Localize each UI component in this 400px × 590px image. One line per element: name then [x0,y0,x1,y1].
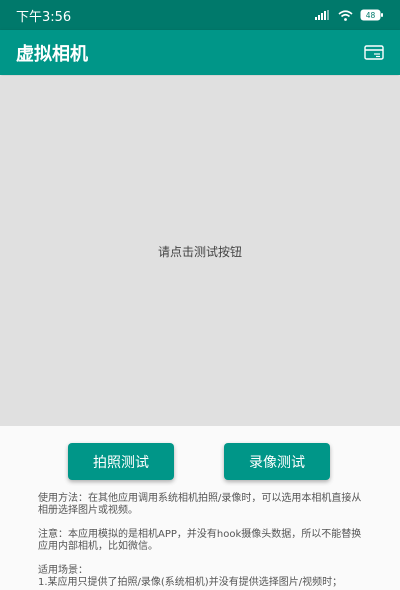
scenario-title: 适用场景： [38,565,88,576]
cellular-signal-icon [315,10,329,20]
wifi-icon [338,9,353,21]
battery-level: 48 [366,11,376,20]
camera-preview: 请点击测试按钮 [0,76,400,426]
photo-test-button[interactable]: 拍照测试 [68,443,174,480]
usage-text: 使用方法：在其他应用调用系统相机拍照/录像时，可以选用本相机直接从相册选择图片或… [38,493,362,516]
card-icon[interactable] [364,45,384,60]
app-bar: 虚拟相机 [0,30,400,75]
button-row: 拍照测试 录像测试 [0,443,400,480]
note-text: 注意：本应用模拟的是相机APP，并没有hook摄像头数据，所以不能替换应用内部相… [38,529,362,552]
scenario-item-1: 1.某应用只提供了拍照/录像(系统相机)并没有提供选择图片/视频时； [38,577,343,588]
status-icons: 48 [315,9,384,21]
instructions: 使用方法：在其他应用调用系统相机拍照/录像时，可以选用本相机直接从相册选择图片或… [38,493,370,589]
battery-icon: 48 [360,9,383,21]
status-time: 下午3:56 [16,9,72,25]
preview-hint: 请点击测试按钮 [157,244,242,259]
status-bar: 下午3:56 48 [0,0,400,30]
video-test-button[interactable]: 录像测试 [224,443,330,480]
app-title: 虚拟相机 [16,43,88,65]
